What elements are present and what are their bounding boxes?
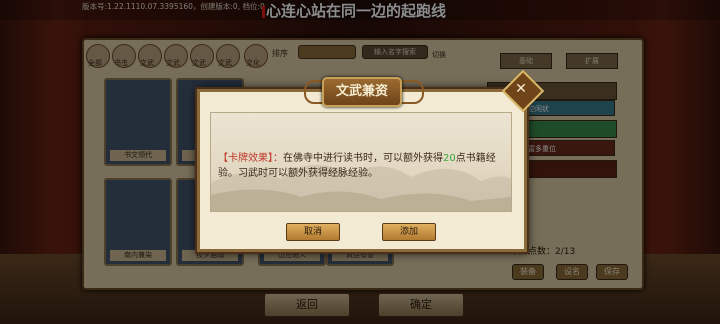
cancel-button[interactable]: 取消 <box>286 223 340 241</box>
add-button[interactable]: 添加 <box>382 223 436 241</box>
close-icon[interactable]: ✕ <box>508 76 534 102</box>
dialog-title: 文武兼资 <box>335 84 388 99</box>
effect-text-part1: 在佛寺中进行读书时，可以额外获得 <box>283 153 443 164</box>
card-effect-text: 【卡牌效果】：在佛寺中进行读书时，可以额外获得20点书籍经验。习武时可以额外获得… <box>218 151 500 181</box>
dialog-title-plate: 文武兼资 <box>322 77 402 107</box>
effect-label: 【卡牌效果】： <box>218 153 283 164</box>
effect-number: 20 <box>443 153 456 164</box>
game-scene: 版本号:1.22.1110.07.3395160，创建版本:0, 档位:0 心连… <box>0 0 720 324</box>
